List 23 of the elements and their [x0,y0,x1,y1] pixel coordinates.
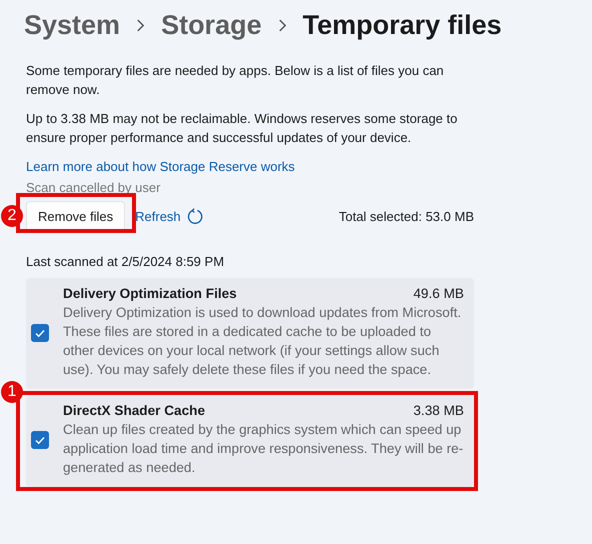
chevron-icon [136,18,146,33]
checkbox[interactable] [31,431,49,449]
reserve-link[interactable]: Learn more about how Storage Reserve works [26,159,295,174]
breadcrumb-link[interactable]: System [24,10,120,41]
page-title: Temporary files [302,10,502,41]
file-size: 3.38 MB [413,403,464,418]
chevron-icon [278,18,287,33]
step-badge: 2 [1,205,23,227]
file-name: Delivery Optimization Files [63,286,237,301]
reserve-note: Up to 3.38 MB may not be reclaimable. Windows reserves some storage to ensure proper performance and successful updates of your device. [26,110,458,147]
total-selected: Total selected: 53.0 MB [338,209,474,224]
file-name: DirectX Shader Cache [63,403,206,418]
step-badge: 1 [1,381,23,403]
refresh-button[interactable]: Refresh [135,208,204,225]
checkbox[interactable] [31,324,49,342]
file-description: Clean up files created by the graphics system which can speed up application load time and improve responsiveness. They will be re-generated as needed. [63,421,464,477]
intro-text: Some temporary files are needed by apps. Below is a list of files you can remove now. [26,62,445,99]
file-size: 49.6 MB [413,286,464,301]
last-scanned: Last scanned at 2/5/2024 8:59 PM [26,254,226,269]
file-description: Delivery Optimization is used to download updates from Microsoft. These files are stored in a dedicated cache to be uploaded to other devices on your local network (if your settings allow such use). You may safely delete these files if you need the space. [63,304,462,379]
refresh-icon [186,208,204,225]
breadcrumb-link[interactable]: Storage [161,10,262,41]
remove-files-button[interactable]: Remove files [26,201,126,232]
